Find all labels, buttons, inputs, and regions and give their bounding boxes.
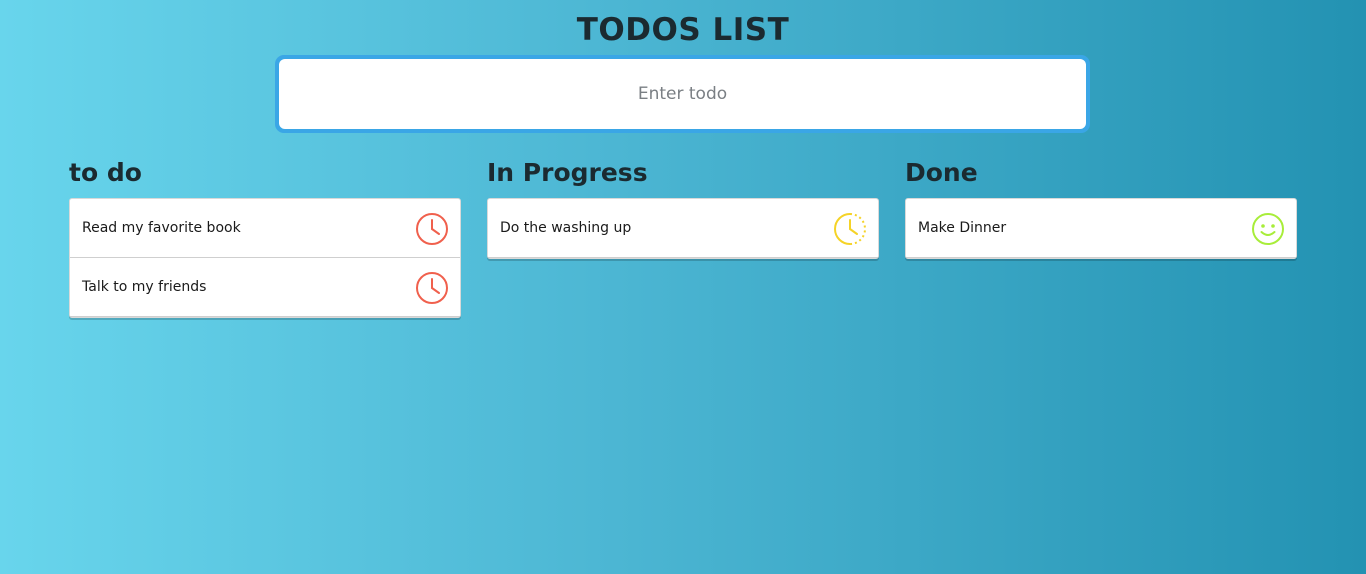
card-list-in-progress: Do the washing up — [487, 198, 879, 259]
column-title-in-progress: In Progress — [487, 158, 648, 187]
todo-card[interactable]: Do the washing up — [488, 199, 878, 258]
todo-card-label: Make Dinner — [918, 220, 1007, 236]
page-title: TODOS LIST — [576, 12, 790, 48]
todo-input-container — [275, 55, 1090, 133]
clock-icon[interactable] — [415, 212, 449, 246]
column-title-todo: to do — [69, 158, 142, 187]
todo-card[interactable]: Read my favorite book — [70, 199, 460, 258]
todo-card[interactable]: Make Dinner — [906, 199, 1296, 258]
column-todo: to do Read my favorite book Talk to my f… — [69, 154, 461, 318]
column-title-done: Done — [905, 158, 978, 187]
card-list-todo: Read my favorite book Talk to my friends — [69, 198, 461, 318]
todo-card-label: Do the washing up — [500, 220, 632, 236]
smile-icon[interactable] — [1251, 212, 1285, 246]
todo-card-label: Talk to my friends — [82, 279, 207, 295]
todo-card-label: Read my favorite book — [82, 220, 241, 236]
card-list-done: Make Dinner — [905, 198, 1297, 259]
column-in-progress: In Progress Do the washing up — [487, 154, 879, 259]
todo-card[interactable]: Talk to my friends — [70, 258, 460, 317]
todo-input[interactable] — [279, 59, 1086, 129]
half-clock-icon[interactable] — [833, 212, 867, 246]
clock-icon[interactable] — [415, 271, 449, 305]
column-done: Done Make Dinner — [905, 154, 1297, 259]
